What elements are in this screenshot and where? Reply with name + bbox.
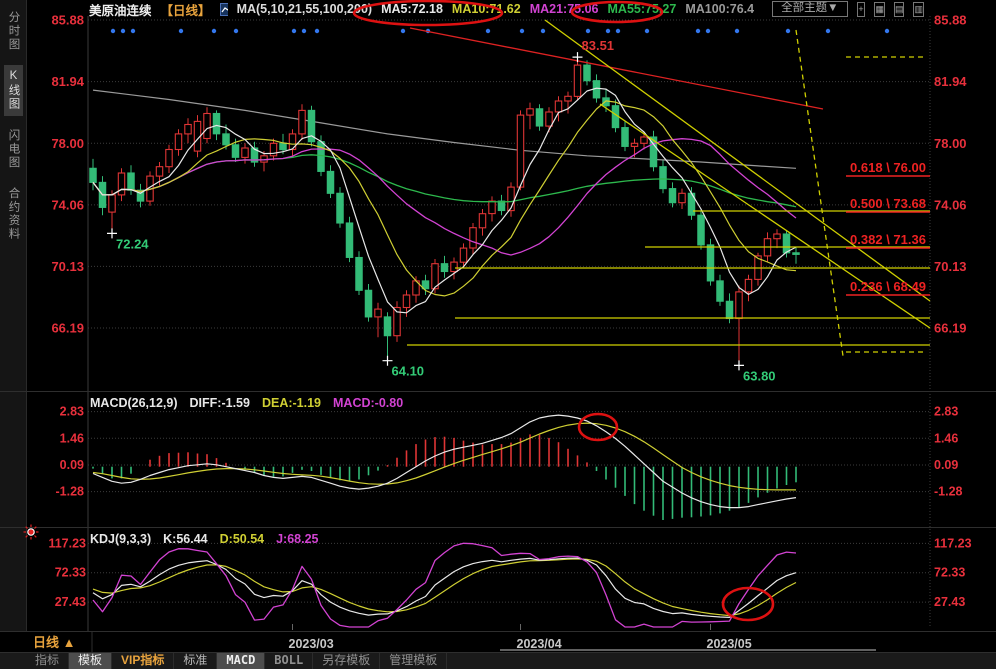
svg-text:72.33: 72.33: [55, 566, 86, 580]
red-ellipse-annotations: [354, 1, 773, 620]
all-themes-dropdown[interactable]: 全部主题▼: [772, 1, 847, 17]
tab-save-template[interactable]: 另存模板: [313, 652, 380, 669]
svg-text:日线 ▲: 日线 ▲: [33, 635, 75, 650]
trendline-drawings[interactable]: [407, 20, 930, 356]
svg-text:0.236 \ 68.49: 0.236 \ 68.49: [850, 279, 926, 294]
svg-text:70.13: 70.13: [934, 259, 967, 274]
ma55-value: MA55:75.27: [608, 2, 677, 16]
swing-price-marks: 72.24 83.51 64.10 63.80: [107, 38, 776, 383]
svg-text:72.33: 72.33: [934, 566, 965, 580]
svg-text:1.46: 1.46: [934, 431, 958, 445]
ma5-value: MA5:72.18: [381, 2, 443, 16]
tab-macd[interactable]: MACD: [217, 652, 265, 669]
sidebar-item-flash-chart[interactable]: 闪电图: [4, 124, 23, 175]
tab-manage-template[interactable]: 管理模板: [380, 652, 447, 669]
tab-boll[interactable]: BOLL: [265, 652, 313, 669]
ma-lines: [93, 88, 796, 313]
grid-pane-icon[interactable]: ▦: [874, 2, 885, 17]
svg-text:66.19: 66.19: [51, 321, 84, 336]
ma-params-label: MA(5,10,21,55,100,200): [237, 2, 373, 16]
chart-canvas[interactable]: 85.8885.8881.9481.9478.0078.0074.0674.06…: [0, 0, 996, 669]
svg-text:0.09: 0.09: [934, 458, 958, 472]
svg-text:81.94: 81.94: [934, 74, 967, 89]
axis-pane-icon[interactable]: ▤: [894, 2, 905, 17]
ma100-value: MA100:76.4: [685, 2, 754, 16]
kline-chart-icon: [220, 3, 228, 16]
svg-text:0.382 \ 71.36: 0.382 \ 71.36: [850, 232, 926, 247]
svg-text:KDJ(9,3,3)K:56.44D:50.54J:68.2: KDJ(9,3,3)K:56.44D:50.54J:68.25: [90, 532, 319, 546]
svg-text:2.83: 2.83: [934, 405, 958, 419]
crosshair-icon[interactable]: +: [857, 2, 866, 17]
candlestick-series: [90, 57, 799, 365]
macd-panel: MACD(26,12,9)DIFF:-1.59DEA:-1.19MACD:-0.…: [90, 396, 796, 520]
x-axis-dates: 2023/03 2023/04 2023/05 日线 ▲: [33, 624, 876, 651]
svg-text:-1.28: -1.28: [56, 485, 85, 499]
svg-text:-1.28: -1.28: [934, 485, 963, 499]
svg-text:81.94: 81.94: [51, 74, 84, 89]
svg-text:27.43: 27.43: [55, 595, 86, 609]
svg-text:63.80: 63.80: [743, 368, 776, 383]
period-tag: 【日线】: [161, 0, 211, 19]
svg-text:66.19: 66.19: [934, 321, 967, 336]
ma10-value: MA10:71.62: [452, 2, 521, 16]
fibonacci-labels: 0.618 \ 76.00 0.500 \ 73.68 0.382 \ 71.36 0…: [846, 160, 930, 295]
grid-and-axes: 85.8885.8881.9481.9478.0078.0074.0674.06…: [0, 13, 996, 653]
tab-indicator[interactable]: 指标: [26, 652, 69, 669]
svg-text:117.23: 117.23: [48, 536, 86, 550]
svg-text:27.43: 27.43: [934, 595, 965, 609]
svg-text:2.83: 2.83: [60, 405, 84, 419]
svg-text:72.24: 72.24: [116, 236, 149, 251]
tab-standard[interactable]: 标准: [174, 652, 217, 669]
svg-text:2023/04: 2023/04: [517, 637, 562, 651]
svg-text:70.13: 70.13: [51, 259, 84, 274]
sidebar-item-time-chart[interactable]: 分时图: [4, 6, 23, 57]
top-legend-bar: 美原油连续 【日线】 MA(5,10,21,55,100,200) MA5:72…: [27, 0, 996, 17]
svg-text:2023/05: 2023/05: [707, 637, 752, 651]
chart-type-sidebar: 分时图 K线图 闪电图 合约资料: [0, 0, 27, 631]
ma100-line: [93, 90, 796, 168]
svg-text:83.51: 83.51: [582, 38, 615, 53]
symbol-title: 美原油连续: [89, 0, 152, 19]
svg-text:74.06: 74.06: [934, 197, 967, 212]
tab-vip-indicator[interactable]: VIP指标: [112, 652, 174, 669]
ma21-value: MA21:75.06: [530, 2, 599, 16]
sidebar-item-contract-info[interactable]: 合约资料: [4, 182, 23, 246]
svg-text:MACD(26,12,9)DIFF:-1.59DEA:-1.: MACD(26,12,9)DIFF:-1.59DEA:-1.19MACD:-0.…: [90, 396, 403, 410]
split-pane-icon[interactable]: ▥: [913, 2, 924, 17]
svg-text:64.10: 64.10: [392, 364, 425, 379]
tab-template[interactable]: 模板: [69, 652, 112, 669]
svg-text:78.00: 78.00: [51, 136, 84, 151]
sidebar-item-kline-chart[interactable]: K线图: [4, 65, 23, 116]
svg-text:117.23: 117.23: [934, 536, 972, 550]
svg-text:2023/03: 2023/03: [289, 637, 334, 651]
svg-text:74.06: 74.06: [51, 197, 84, 212]
svg-text:1.46: 1.46: [60, 431, 84, 445]
svg-text:78.00: 78.00: [934, 136, 967, 151]
kdj-panel: KDJ(9,3,3)K:56.44D:50.54J:68.25: [24, 525, 797, 628]
svg-text:0.618 \ 76.00: 0.618 \ 76.00: [850, 160, 926, 175]
indicator-tabs-bar: 指标 模板 VIP指标 标准 MACD BOLL 另存模板 管理模板: [0, 652, 996, 669]
svg-text:0.09: 0.09: [60, 458, 84, 472]
signal-dots: [111, 29, 889, 33]
svg-text:0.500 \ 73.68: 0.500 \ 73.68: [850, 196, 926, 211]
